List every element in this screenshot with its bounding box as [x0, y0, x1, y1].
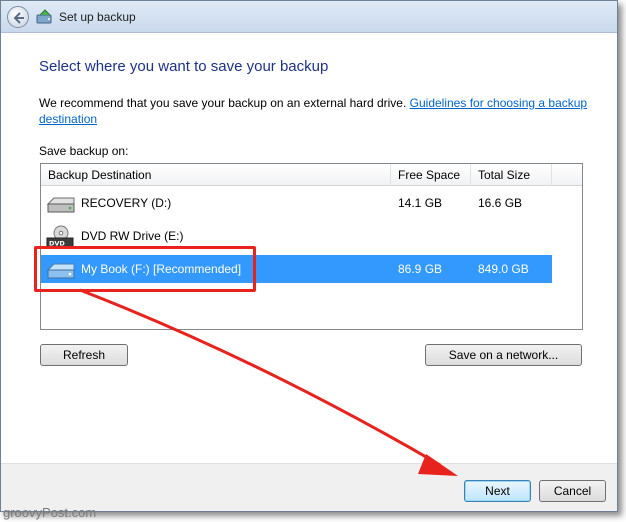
save-backup-label: Save backup on: [39, 144, 129, 158]
back-arrow-icon [13, 12, 24, 24]
watermark-text: groovyPost.com [3, 505, 97, 520]
back-button[interactable] [7, 6, 29, 28]
intro-text: We recommend that you save your backup o… [39, 96, 407, 110]
save-on-network-button[interactable]: Save on a network... [425, 344, 582, 366]
row-total-size: 16.6 GB [478, 196, 523, 210]
hard-drive-icon [46, 197, 75, 213]
row-free-space: 14.1 GB [398, 196, 443, 210]
list-header: Backup Destination Free Space Total Size [41, 164, 582, 186]
row-total-size: 849.0 GB [478, 262, 529, 276]
page-heading: Select where you want to save your backu… [39, 58, 329, 75]
column-header-free-space[interactable]: Free Space [391, 164, 471, 186]
cancel-button[interactable]: Cancel [539, 480, 606, 502]
refresh-button[interactable]: Refresh [40, 344, 128, 366]
annotation-highlight-box [34, 246, 256, 292]
column-header-destination[interactable]: Backup Destination [41, 164, 391, 186]
title-bar: Set up backup [1, 1, 617, 33]
backup-app-icon [36, 9, 52, 24]
row-name: RECOVERY (D:) [81, 196, 172, 210]
next-button[interactable]: Next [464, 480, 531, 502]
intro-paragraph: We recommend that you save your backup o… [39, 95, 589, 127]
window-title: Set up backup [59, 10, 136, 24]
list-row-recovery[interactable]: RECOVERY (D:) 14.1 GB 16.6 GB [41, 189, 552, 217]
column-header-total-size[interactable]: Total Size [471, 164, 552, 186]
row-free-space: 86.9 GB [398, 262, 443, 276]
